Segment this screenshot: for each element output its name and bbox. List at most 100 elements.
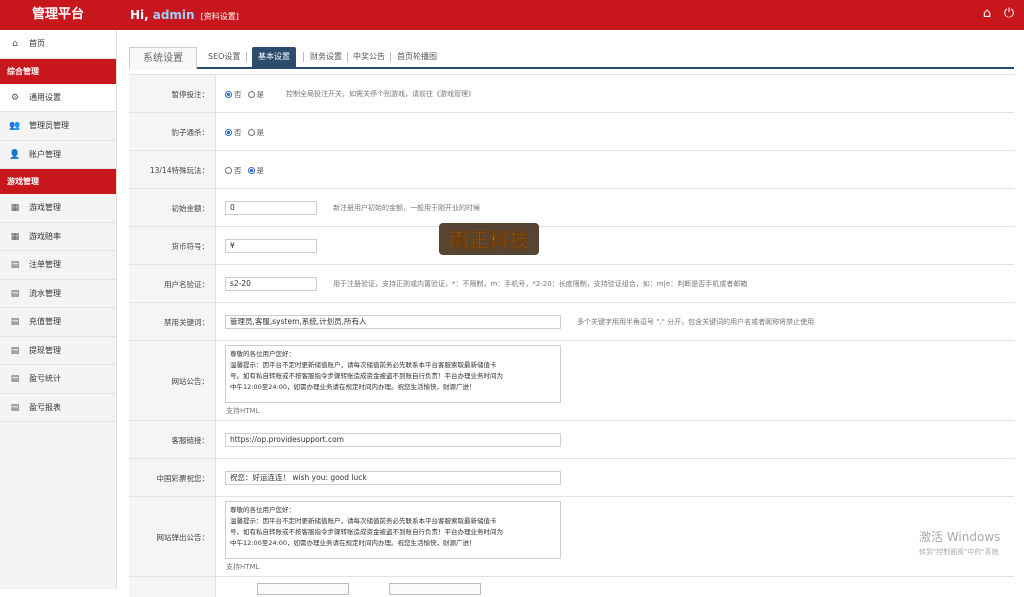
tab-win-notice[interactable]: 中奖公告 [353,47,385,67]
html-note: 支持HTML [226,407,260,415]
grid-icon: ▦ [10,231,20,242]
radio-yes[interactable] [247,128,255,136]
tab-bar: 系统设置 SEO设置 基本设置 财务设置 中奖公告 首页轮播图 [129,47,1014,69]
doc-icon: ▤ [10,260,20,270]
sidebar-item-flow[interactable]: ▤ 流水管理 [0,279,116,308]
top-icons: ⌂ ⏻ [980,7,1016,21]
power-icon[interactable]: ⏻ [1002,7,1016,21]
activation-watermark: 激活 Windows 转到"控制面板"中的"系统 [919,530,1001,556]
doc-icon: ▤ [10,317,20,327]
support-link-input[interactable]: https://op.providesupport.com [225,433,561,447]
label: 客服链接： [129,421,216,459]
gear-icon: ⚙ [10,92,20,103]
tab-finance[interactable]: 财务设置 [310,47,342,67]
row-special-1314: 13/14特殊玩法： 否 是 [129,150,1014,189]
sidebar-item-home[interactable]: ⌂ 首页 [0,30,116,59]
site-notice-textarea[interactable]: 尊敬的各位用户您好： 温馨提示：因平台不定时更新储值账户，请每次储值前务必先联系… [225,345,561,403]
sidebar-item-label: 游戏赔率 [29,231,61,241]
lottery-wish-input[interactable]: 祝您：好运连连！ wish you: good luck [225,471,561,485]
row-popup-notice: 网站弹出公告： 尊敬的各位用户您好： 温馨提示：因平台不定时更新储值账户，请每次… [129,496,1014,577]
home-icon: ⌂ [12,39,18,49]
username: admin [152,8,195,22]
sidebar-item-label: 游戏管理 [29,203,61,212]
tab-seo[interactable]: SEO设置 [208,47,240,67]
row-pause-bet: 暂停投注： 否 是 控制全局投注开关，如需关停个别游戏，请前往《游戏管理》 [129,74,1014,113]
hint: 多个关键字用用半角逗号 "," 分开，包含关键词的用户名或者昵称将禁止使用 [577,318,815,326]
row-banned-words: 禁用关键词： 管理员,客服,system,系统,计划员,所有人 多个关键字用用半… [129,302,1014,341]
row-support-link: 客服链接： https://op.providesupport.com [129,420,1014,459]
sidebar-item-label: 注单管理 [29,260,61,269]
doc-icon: ▤ [10,288,20,299]
html-note: 支持HTML [226,563,260,571]
row-site-notice: 网站公告： 尊敬的各位用户您好： 温馨提示：因平台不定时更新储值账户，请每次储值… [129,340,1014,421]
users-icon: 👥 [9,121,21,131]
row-lottery-wish: 中国彩票祝您： 祝您：好运连连！ wish you: good luck [129,458,1014,497]
sidebar-item-odds[interactable]: ▦ 游戏赔率 [0,222,116,251]
hint: 控制全局投注开关，如需关停个别游戏，请前往《游戏管理》 [286,90,475,98]
label: 用户名验证： [129,265,216,303]
sidebar-group-games: 游戏管理 [0,169,116,194]
tab-section-title: 系统设置 [129,47,197,69]
tab-basic[interactable]: 基本设置 [252,47,296,67]
hint: 新注册用户初始的金额，一般用于刚开业的时候 [333,204,480,212]
hint: 用于注册验证，支持正则或内置验证，*：不限制，m：手机号，*2-20：长度限制，… [333,280,748,288]
sidebar-item-label: 盈亏报表 [29,402,61,412]
username-check-input[interactable]: s2-20 [225,277,317,291]
sidebar-item-withdraw[interactable]: ▤ 提现管理 [0,336,116,365]
radio-yes[interactable] [247,90,255,98]
sidebar-item-bets[interactable]: ▤ 注单管理 [0,251,116,280]
greeting: Hi, admin [资料设置] [130,0,239,30]
home-icon[interactable]: ⌂ [980,7,994,21]
label: 网站公告： [129,341,216,421]
sidebar-item-recharge[interactable]: ▤ 充值管理 [0,308,116,337]
sidebar-item-general-settings[interactable]: ⚙ 通用设置 [0,83,116,112]
currency-input[interactable]: ¥ [225,239,317,253]
row-currency: 货币符号： ¥ [129,226,1014,265]
sidebar-item-label: 盈亏统计 [29,374,61,383]
radio-no[interactable] [225,128,232,136]
row-username-check: 用户名验证： s2-20 用于注册验证，支持正则或内置验证，*：不限制，m：手机… [129,264,1014,303]
row-leopard: 豹子通杀： 否 是 [129,112,1014,151]
sidebar-item-profit-stats[interactable]: ▤ 盈亏统计 [0,365,116,394]
main-content: 系统设置 SEO设置 基本设置 财务设置 中奖公告 首页轮播图 暂停投注： 否 … [129,30,1014,597]
label: 网站弹出公告： [129,497,216,577]
row-init-amount: 初始金额： 0 新注册用户初始的金额，一般用于刚开业的时候 [129,188,1014,227]
radio-no[interactable] [225,166,232,174]
sidebar-group-general: 综合管理 [0,58,116,84]
svg-text:南正科技: 南正科技 [449,228,530,252]
radio-yes[interactable] [247,166,255,174]
doc-icon: ▤ [10,345,20,356]
sidebar: ⌂ 首页 综合管理 ⚙ 通用设置 👥 管理员管理 👤 账户管理 游戏管理 ▦ 游戏管理 ▦… [0,30,117,589]
sidebar-item-admins[interactable]: 👥 管理员管理 [0,112,116,141]
sidebar-item-label: 首页 [29,39,45,48]
greeting-text: Hi, [130,8,149,22]
sidebar-item-games[interactable]: ▦ 游戏管理 [0,194,116,223]
company-logo: 南正科技 [439,223,539,255]
sidebar-item-profit-report[interactable]: ▤ 盈亏报表 [0,393,116,422]
label: 中国彩票祝您： [129,459,216,497]
tab-carousel[interactable]: 首页轮播图 [397,47,437,67]
popup-notice-textarea[interactable]: 尊敬的各位用户您好： 温馨提示：因平台不定时更新储值账户，请每次储值前务必先联系… [225,501,561,559]
top-bar: 管理平台 Hi, admin [资料设置] ⌂ ⏻ [0,0,1024,30]
radio-no[interactable] [225,90,232,98]
sidebar-item-label: 通用设置 [29,92,61,102]
sidebar-item-label: 提现管理 [29,345,61,355]
partial-input-b[interactable] [389,583,481,595]
label: 暂停投注： [129,75,216,113]
sidebar-item-label: 管理员管理 [29,121,69,130]
sidebar-item-accounts[interactable]: 👤 账户管理 [0,140,116,169]
user-icon: 👤 [9,149,21,160]
label: 禁用关键词： [129,303,216,341]
doc-icon: ▤ [10,374,20,384]
label: 13/14特殊玩法： [129,151,216,189]
partial-input-a[interactable] [257,583,349,595]
grid-icon: ▦ [10,203,20,213]
banned-words-input[interactable]: 管理员,客服,system,系统,计划员,所有人 [225,315,561,329]
label: 豹子通杀： [129,113,216,151]
sidebar-item-label: 充值管理 [29,317,61,326]
init-amount-input[interactable]: 0 [225,201,317,215]
label: 初始金额： [129,189,216,227]
brand-title: 管理平台 [31,7,84,22]
profile-settings-link[interactable]: [资料设置] [201,12,239,21]
sidebar-item-label: 账户管理 [29,149,61,159]
